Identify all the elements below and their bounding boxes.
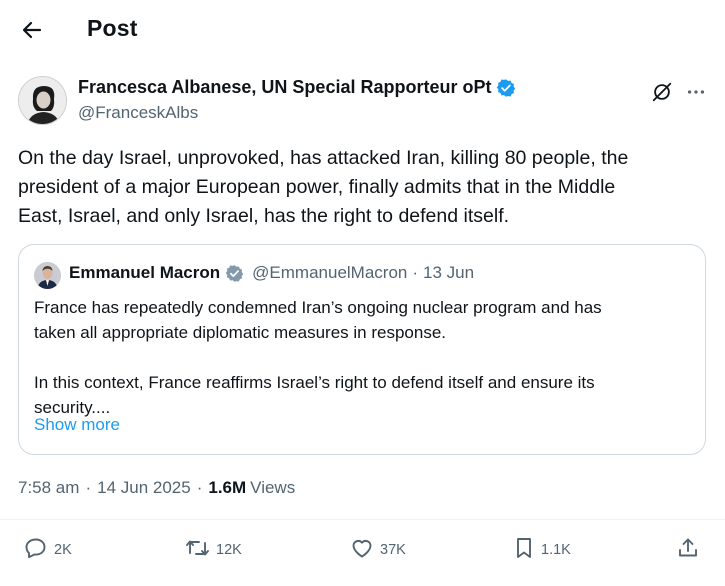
quoted-author-handle: @EmmanuelMacron [252,263,408,282]
post-text-line: East, Israel, and only Israel, has the r… [18,205,510,227]
post-meta: 7:58 am · 14 Jun 2025 · 1.6M Views [18,478,295,498]
separator-dot: · [412,263,419,282]
action-bar: 2K 12K 37K 1.1K [0,535,725,569]
post-text-line: On the day Israel, unprovoked, has attac… [18,147,629,169]
page-title: Post [87,15,138,41]
quoted-post-header: Emmanuel Macron @EmmanuelMacron · 13 Jun [69,263,474,283]
bookmark-button[interactable]: 1.1K [513,535,571,565]
bookmark-count: 1.1K [541,542,571,558]
quoted-text-line: In this context, France reaffirms Israel… [34,373,595,392]
reply-icon [24,536,48,565]
author-name[interactable]: Francesca Albanese, UN Special Rapporteu… [78,77,491,98]
views-label: Views [250,478,296,497]
reply-button[interactable]: 2K [24,535,72,565]
grok-icon[interactable] [649,79,675,105]
like-count: 37K [380,542,406,558]
heart-icon [350,536,374,565]
repost-count: 12K [216,542,242,558]
share-icon [676,536,700,565]
like-button[interactable]: 37K [350,535,406,565]
repost-button[interactable]: 12K [185,535,242,565]
post-author: Francesca Albanese, UN Special Rapporteu… [18,73,708,127]
quoted-post-date: 13 Jun [423,263,475,282]
post-time[interactable]: 7:58 am [18,478,79,498]
post-date[interactable]: 14 Jun 2025 [97,478,191,498]
top-bar: Post [0,0,725,60]
author-name-group: Francesca Albanese, UN Special Rapporteu… [78,77,516,98]
quoted-author-name: Emmanuel Macron [69,263,221,282]
quoted-post-text: France has repeatedly condemned Iran’s o… [34,295,694,420]
verified-badge-icon [496,78,516,98]
post-text: On the day Israel, unprovoked, has attac… [18,144,710,231]
quoted-author-avatar [34,262,61,289]
back-arrow-icon[interactable] [18,16,46,44]
divider [0,519,725,520]
reply-count: 2K [54,542,72,558]
views-count: 1.6M [208,478,247,497]
repost-icon [185,536,210,565]
separator-dot: · [196,478,203,497]
quoted-text-line: taken all appropriate diplomatic measure… [34,323,447,342]
quoted-text-line: security.... [34,398,111,417]
gray-verified-badge-icon [225,264,244,283]
quoted-text-line: France has repeatedly condemned Iran’s o… [34,298,602,317]
post-text-line: president of a major European power, fin… [18,176,616,198]
more-options-icon[interactable] [683,79,709,105]
author-avatar[interactable] [18,76,67,125]
share-button[interactable] [676,535,700,565]
show-more-link[interactable]: Show more [34,415,120,435]
separator-dot: · [85,478,92,497]
author-handle[interactable]: @FranceskAlbs [78,103,198,123]
quoted-post-card[interactable]: Emmanuel Macron @EmmanuelMacron · 13 Jun… [18,244,706,455]
bookmark-icon [513,536,535,565]
